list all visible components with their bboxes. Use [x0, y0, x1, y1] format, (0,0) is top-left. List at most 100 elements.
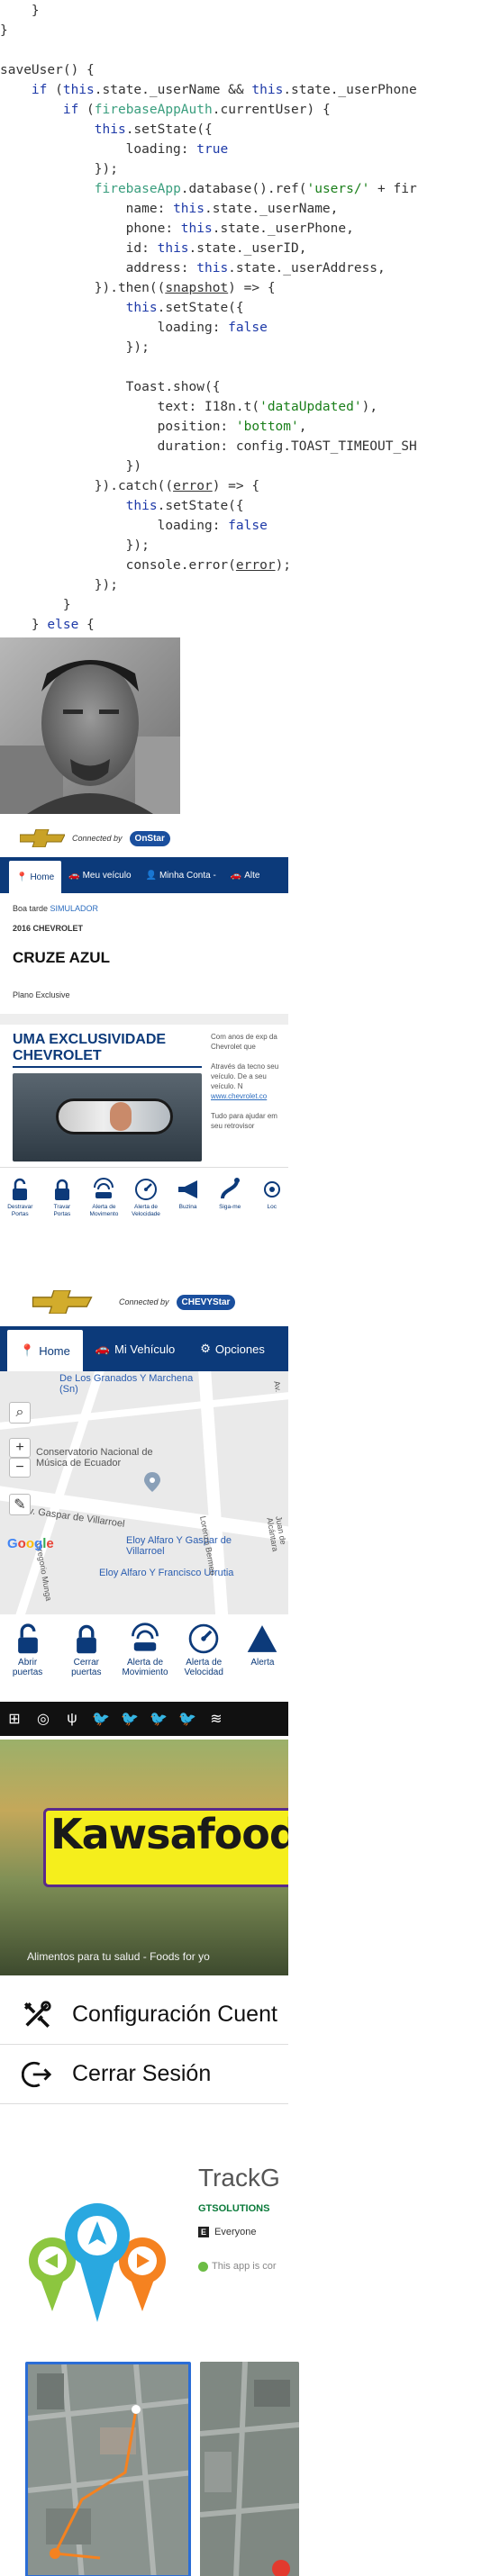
- nav-options[interactable]: ⚙ Opciones: [187, 1326, 277, 1371]
- action-label: Destravar Portas: [7, 1204, 33, 1217]
- remote-actions: Abrir puertas Cerrar puertas Alerta de Mov…: [0, 1614, 288, 1677]
- code-line: Toast.show({: [0, 380, 221, 394]
- twitter-icon: 🐦: [150, 1712, 168, 1727]
- code-line: position: 'bottom',: [0, 420, 307, 434]
- screenshot-thumbnail[interactable]: [200, 2362, 299, 2576]
- code-line: this.setState({: [94, 122, 213, 137]
- map-label-av: Av.: [272, 1380, 284, 1393]
- action-alert[interactable]: Alerta: [237, 1622, 288, 1677]
- code-line: this.setState({: [125, 301, 244, 315]
- app-developer[interactable]: GTSOLUTIONS: [198, 2203, 269, 2214]
- map-search-button[interactable]: ⌕: [9, 1402, 31, 1424]
- action-unlock[interactable]: Destravar Portas: [4, 1177, 37, 1218]
- google-logo: Google: [7, 1536, 54, 1551]
- nav-home[interactable]: 📍 Home: [7, 1330, 83, 1371]
- gear-icon: ⚙: [200, 1342, 211, 1355]
- car-alert-icon: [132, 1622, 159, 1651]
- action-car-alert[interactable]: Alerta de Movimiento: [119, 1622, 170, 1677]
- chevrolet-logo-icon: [20, 829, 65, 847]
- action-locate[interactable]: Loc: [255, 1177, 288, 1218]
- lock-icon: [54, 1179, 69, 1200]
- nav-alerts[interactable]: 🚗 Alte: [223, 857, 268, 893]
- horn-icon: [177, 1180, 197, 1198]
- divider: [0, 1014, 288, 1025]
- code-line: saveUser() {: [0, 63, 95, 77]
- plus-box-icon: ⊞: [8, 1712, 21, 1727]
- nav-vehicle-label: Meu veículo: [82, 870, 132, 881]
- zoom-in-button[interactable]: +: [9, 1438, 31, 1458]
- code-line: } else {: [0, 618, 95, 632]
- nav-vehicle[interactable]: 🚗 Meu veículo: [61, 857, 138, 893]
- action-label: Alerta: [250, 1658, 275, 1668]
- user-icon: 👤: [145, 870, 157, 881]
- minus-icon: −: [15, 1460, 24, 1475]
- action-lock[interactable]: Cerrar puertas: [60, 1622, 112, 1677]
- menu-item-logout[interactable]: Cerrar Sesión: [0, 2045, 288, 2104]
- action-horn[interactable]: Buzina: [171, 1177, 205, 1218]
- code-line: loading: false: [0, 519, 268, 533]
- action-speedometer[interactable]: Alerta de Velocidad: [178, 1622, 230, 1677]
- search-icon: ⌕: [15, 1405, 24, 1420]
- app-title: TrackG: [198, 2164, 280, 2192]
- map-measure-button[interactable]: ✎: [9, 1494, 31, 1515]
- code-line: }): [0, 459, 142, 474]
- zoom-out-button[interactable]: −: [9, 1458, 31, 1478]
- code-line: });: [0, 578, 118, 592]
- exclusivity-p2: Através da tecno seu veículo. De a seu v…: [211, 1062, 279, 1090]
- notification-bar: ⊞ ◎ ψ 🐦 🐦 🐦 🐦 ≋: [0, 1702, 288, 1736]
- code-line: }).then((snapshot) => {: [0, 281, 276, 295]
- code-line: console.error(error);: [0, 558, 292, 573]
- exclusivity-title: UMA EXCLUSIVIDADE CHEVROLET: [13, 1032, 202, 1068]
- code-line: if (firebaseAppAuth.currentUser) {: [62, 103, 331, 117]
- compat-note: This app is cor: [198, 2261, 277, 2272]
- code-line: if (this.state._userName && this.state._…: [31, 83, 417, 97]
- nav-home[interactable]: 📍 Home: [9, 861, 62, 893]
- rating-badge-icon: E: [198, 2227, 209, 2237]
- action-label: Alerta de Movimiento: [122, 1658, 168, 1677]
- nav-account-label: Minha Conta -: [159, 870, 216, 881]
- action-lock[interactable]: Travar Portas: [46, 1177, 79, 1218]
- code-line: firebaseApp.database().ref('users/' + fi…: [94, 182, 417, 196]
- action-label: Alerta de Velocidade: [132, 1204, 160, 1217]
- location-pin-icon: 📍: [20, 1343, 35, 1357]
- menu-item-account-settings[interactable]: Configuración Cuent: [0, 1985, 288, 2045]
- action-car-alert[interactable]: Alerta de Movimento: [87, 1177, 121, 1218]
- settings-menu: Configuración Cuent Cerrar Sesión: [0, 1985, 288, 2156]
- action-follow[interactable]: Siga-me: [214, 1177, 247, 1218]
- speedometer-icon: [188, 1623, 219, 1654]
- greeting-prefix: Boa tarde: [13, 904, 49, 913]
- menu-item-label: Cerrar Sesión: [72, 2061, 212, 2086]
- car-icon: 🚗: [68, 870, 80, 881]
- onstar-logo: OnStar: [129, 830, 170, 846]
- tools-icon: [23, 2000, 51, 2028]
- locate-icon: [263, 1181, 280, 1198]
- profile-photo: [0, 637, 180, 814]
- code-line: phone: this.state._userPhone,: [0, 221, 354, 236]
- action-label: Abrir puertas: [12, 1658, 43, 1677]
- chevrolet-link[interactable]: www.chevrolet.co: [211, 1092, 267, 1100]
- nav-vehicle[interactable]: 🚗 Mi Vehículo: [83, 1326, 187, 1371]
- main-nav: 📍 Home 🚗 Meu veículo 👤 Minha Conta - 🚗 Alte: [0, 857, 288, 893]
- onstar-app: Connected by OnStar 📍 Home 🚗 Meu veículo 👤…: [0, 819, 288, 1279]
- ruler-icon: ✎: [14, 1497, 26, 1513]
- nav-account[interactable]: 👤 Minha Conta -: [139, 857, 223, 893]
- code-line: });: [0, 340, 150, 355]
- twitter-icon: 🐦: [178, 1712, 196, 1727]
- action-speedometer[interactable]: Alerta de Velocidade: [130, 1177, 163, 1218]
- code-line: text: I18n.t('dataUpdated'),: [0, 400, 378, 414]
- unlock-icon: [13, 1178, 28, 1200]
- screenshot-thumbnail[interactable]: [25, 2362, 191, 2576]
- car-icon: 🚗: [230, 870, 242, 881]
- trackg-store-listing: TrackG GTSOLUTIONS E Everyone This app is…: [0, 2156, 288, 2364]
- messenger-icon: ◎: [37, 1712, 50, 1727]
- exclusivity-text: Com anos de exp da Chevrolet que Através…: [211, 1032, 288, 1161]
- exclusivity-p3: Tudo para ajudar em seu retrovisor: [211, 1112, 277, 1130]
- map-view[interactable]: De Los Granados Y Marchena (Sn) Conserva…: [0, 1371, 288, 1614]
- chevystar-logo: CHEVYStar: [176, 1294, 236, 1310]
- location-pin-icon: 📍: [16, 872, 28, 882]
- brand-header: Connected by CHEVYStar: [0, 1283, 288, 1321]
- twitter-icon: 🐦: [121, 1712, 139, 1727]
- action-unlock[interactable]: Abrir puertas: [2, 1622, 53, 1677]
- code-line: });: [0, 162, 118, 176]
- greeting: Boa tarde SIMULADOR: [0, 904, 288, 913]
